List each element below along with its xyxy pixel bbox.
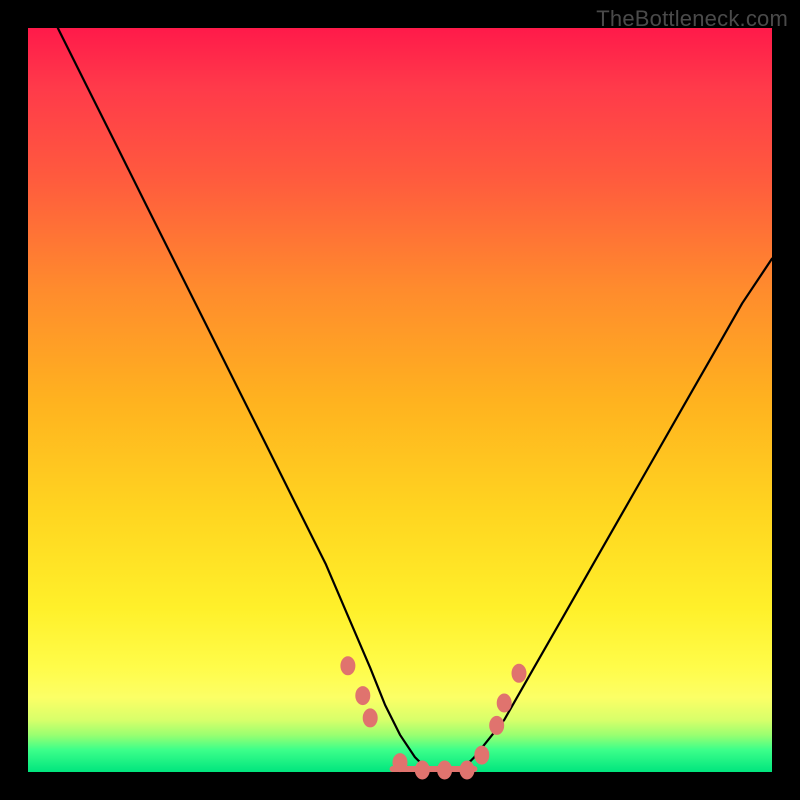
curve-marker (363, 709, 377, 727)
curve-marker (341, 657, 355, 675)
chart-frame: TheBottleneck.com (0, 0, 800, 800)
curve-marker (356, 687, 370, 705)
bottleneck-curve (58, 28, 772, 772)
curve-marker (460, 761, 474, 779)
curve-marker (497, 694, 511, 712)
curve-marker (490, 716, 504, 734)
curve-marker (475, 746, 489, 764)
curve-marker (438, 761, 452, 779)
watermark-text: TheBottleneck.com (596, 6, 788, 32)
curve-marker (415, 761, 429, 779)
curve-marker (512, 664, 526, 682)
marker-group (341, 657, 526, 779)
curve-marker (393, 754, 407, 772)
plot-area (28, 28, 772, 772)
bottleneck-chart-svg (28, 28, 772, 772)
